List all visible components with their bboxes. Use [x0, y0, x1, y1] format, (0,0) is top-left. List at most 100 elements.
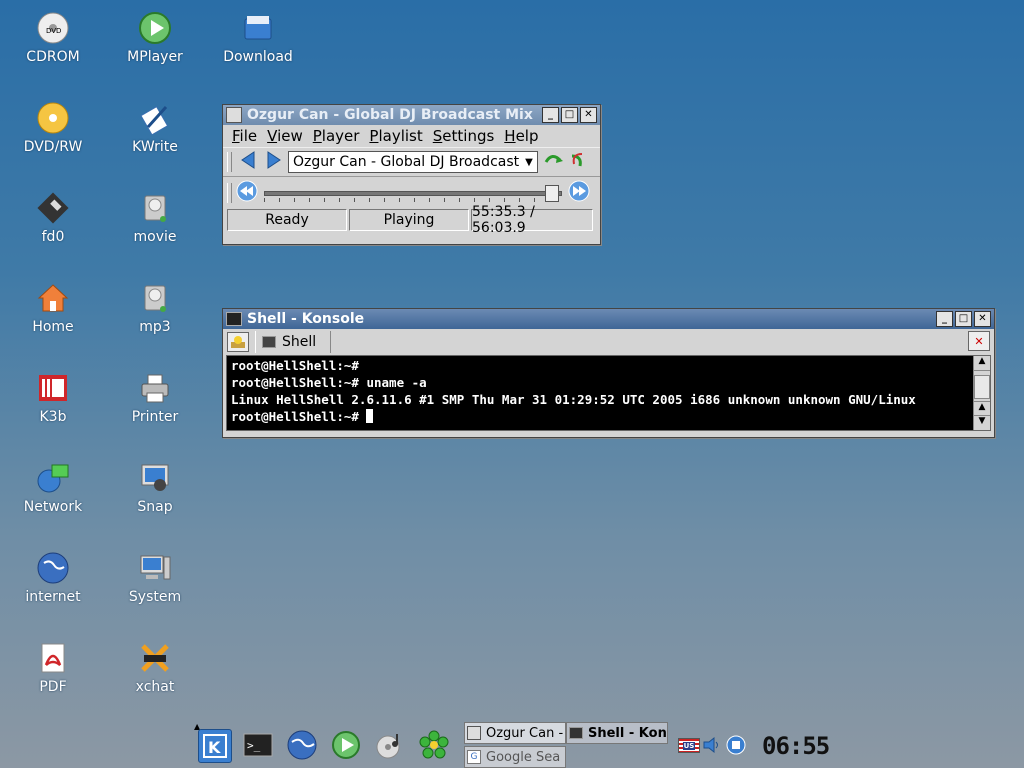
clock[interactable]: 06:55 [762, 732, 830, 760]
konsole-window: Shell - Konsole _ □ ✕ Shell ✕ root@HellS… [222, 308, 995, 438]
terminal-launcher-icon[interactable]: >_ [242, 729, 274, 761]
kwrite-icon [137, 100, 173, 136]
new-session-icon[interactable] [227, 332, 249, 352]
desktop-icon-xchat[interactable]: xchat [110, 640, 200, 695]
desktop-icon-label: Printer [131, 409, 179, 425]
player-toolbar: Ozgur Can - Global DJ Broadcast ▼ [223, 147, 600, 177]
desktop-icon-label: CDROM [26, 49, 80, 65]
menu-settings[interactable]: Settings [433, 127, 495, 145]
terminal-icon [226, 312, 242, 326]
menu-help[interactable]: Help [504, 127, 538, 145]
mplayer-launcher-icon[interactable] [330, 729, 362, 761]
volume-icon[interactable] [702, 736, 722, 758]
desktop-icon-pdf[interactable]: PDF [8, 640, 98, 695]
desktop-icon-dvdrw[interactable]: DVD/RW [8, 100, 98, 155]
us-flag-icon[interactable]: US [678, 738, 700, 753]
globe-launcher-icon[interactable] [286, 729, 318, 761]
terminal-area[interactable]: root@HellShell:~# root@HellShell:~# uname… [226, 355, 991, 431]
task-konsole[interactable]: Shell - Kon [566, 722, 668, 744]
cdrom-icon: DVD [35, 10, 71, 46]
terminal-scrollbar[interactable]: ▲ ▲ ▼ [973, 356, 990, 430]
menu-playlist[interactable]: Playlist [369, 127, 422, 145]
menu-player[interactable]: Player [313, 127, 360, 145]
desktop-icon-movie[interactable]: movie [110, 190, 200, 245]
menu-file[interactable]: File [232, 127, 257, 145]
network-status-icon[interactable] [726, 735, 746, 759]
music-cd-icon[interactable] [374, 729, 406, 761]
kde-menu-icon[interactable]: K [198, 729, 232, 763]
desktop-icon-kwrite[interactable]: KWrite [110, 100, 200, 155]
menubar: File View Player Playlist Settings Help [223, 125, 600, 147]
desktop-icon-download[interactable]: Download [213, 10, 303, 65]
desktop-icon-cdrom[interactable]: DVD CDROM [8, 10, 98, 65]
desktop-icon-printer[interactable]: Printer [110, 370, 200, 425]
desktop-icon-home[interactable]: Home [8, 280, 98, 335]
app-icon [467, 726, 481, 740]
close-button[interactable]: ✕ [580, 107, 597, 123]
close-button[interactable]: ✕ [974, 311, 991, 327]
seek-slider[interactable] [264, 183, 562, 203]
mplayer-icon [137, 10, 173, 46]
track-select[interactable]: Ozgur Can - Global DJ Broadcast ▼ [288, 151, 538, 173]
seek-ticks [264, 198, 562, 202]
scroll-up-icon[interactable]: ▲ [974, 401, 990, 416]
reload-green-icon[interactable] [542, 150, 564, 174]
harddisk-icon [137, 280, 173, 316]
track-select-value: Ozgur Can - Global DJ Broadcast [293, 154, 520, 170]
desktop-icon-mplayer[interactable]: MPlayer [110, 10, 200, 65]
taskbar: ▲ K >_ Ozgur Can - Shell - Kon G Google … [194, 722, 830, 768]
home-icon [35, 280, 71, 316]
scroll-thumb[interactable] [974, 375, 990, 399]
desktop-icon-k3b[interactable]: K3b [8, 370, 98, 425]
globe-icon [35, 550, 71, 586]
system-icon [137, 550, 173, 586]
desktop-icon-label: xchat [135, 679, 175, 695]
seek-thumb[interactable] [545, 185, 560, 202]
rewind-icon[interactable] [236, 180, 258, 206]
task-label: Google Sea [486, 749, 561, 765]
player-titlebar[interactable]: Ozgur Can - Global DJ Broadcast Mix _ □ … [223, 105, 600, 125]
desktop-icon-label: K3b [39, 409, 67, 425]
task-player[interactable]: Ozgur Can - [464, 722, 566, 744]
maximize-button[interactable]: □ [955, 311, 972, 327]
svg-text:>_: >_ [247, 739, 261, 752]
minimize-button[interactable]: _ [936, 311, 953, 327]
desktop-icon-mp3[interactable]: mp3 [110, 280, 200, 335]
desktop-icon-system[interactable]: System [110, 550, 200, 605]
task-browser[interactable]: G Google Sea [464, 746, 566, 768]
desktop-icon-internet[interactable]: internet [8, 550, 98, 605]
desktop-icon-network[interactable]: Network [8, 460, 98, 515]
desktop-icon-snap[interactable]: Snap [110, 460, 200, 515]
maximize-button[interactable]: □ [561, 107, 578, 123]
toolbar-grip [227, 183, 232, 203]
close-session-icon[interactable]: ✕ [968, 331, 990, 351]
desktop-icon-fd0[interactable]: fd0 [8, 190, 98, 245]
reload-red-icon[interactable] [566, 150, 588, 174]
scroll-up-icon[interactable]: ▲ [974, 356, 990, 371]
seek-track [264, 191, 562, 196]
google-icon: G [467, 750, 481, 764]
terminal-line: root@HellShell:~# [231, 408, 986, 425]
window-title: Ozgur Can - Global DJ Broadcast Mix [247, 107, 533, 123]
desktop-icon-label: MPlayer [127, 49, 183, 65]
harddisk-icon [137, 190, 173, 226]
terminal-output: root@HellShell:~# root@HellShell:~# uname… [227, 356, 990, 426]
scroll-down-icon[interactable]: ▼ [974, 415, 990, 430]
minimize-button[interactable]: _ [542, 107, 559, 123]
back-arrow-icon[interactable] [238, 150, 258, 174]
desktop-icon-label: mp3 [139, 319, 171, 335]
icq-flower-icon[interactable] [418, 729, 450, 761]
desktop-icon-label: Download [223, 49, 293, 65]
konsole-titlebar[interactable]: Shell - Konsole _ □ ✕ [223, 309, 994, 329]
forward-arrow-icon[interactable] [264, 150, 284, 174]
konsole-tabbar: Shell ✕ [223, 329, 994, 355]
desktop-icon-label: Snap [137, 499, 173, 515]
dvd-icon [35, 100, 71, 136]
status-time: 55:35.3 / 56:03.9 [471, 204, 593, 236]
network-icon [35, 460, 71, 496]
tab-shell[interactable]: Shell [255, 331, 332, 353]
menu-view[interactable]: View [267, 127, 303, 145]
fast-forward-icon[interactable] [568, 180, 590, 206]
terminal-line: Linux HellShell 2.6.11.6 #1 SMP Thu Mar … [231, 392, 916, 407]
chevron-down-icon: ▼ [521, 152, 537, 172]
